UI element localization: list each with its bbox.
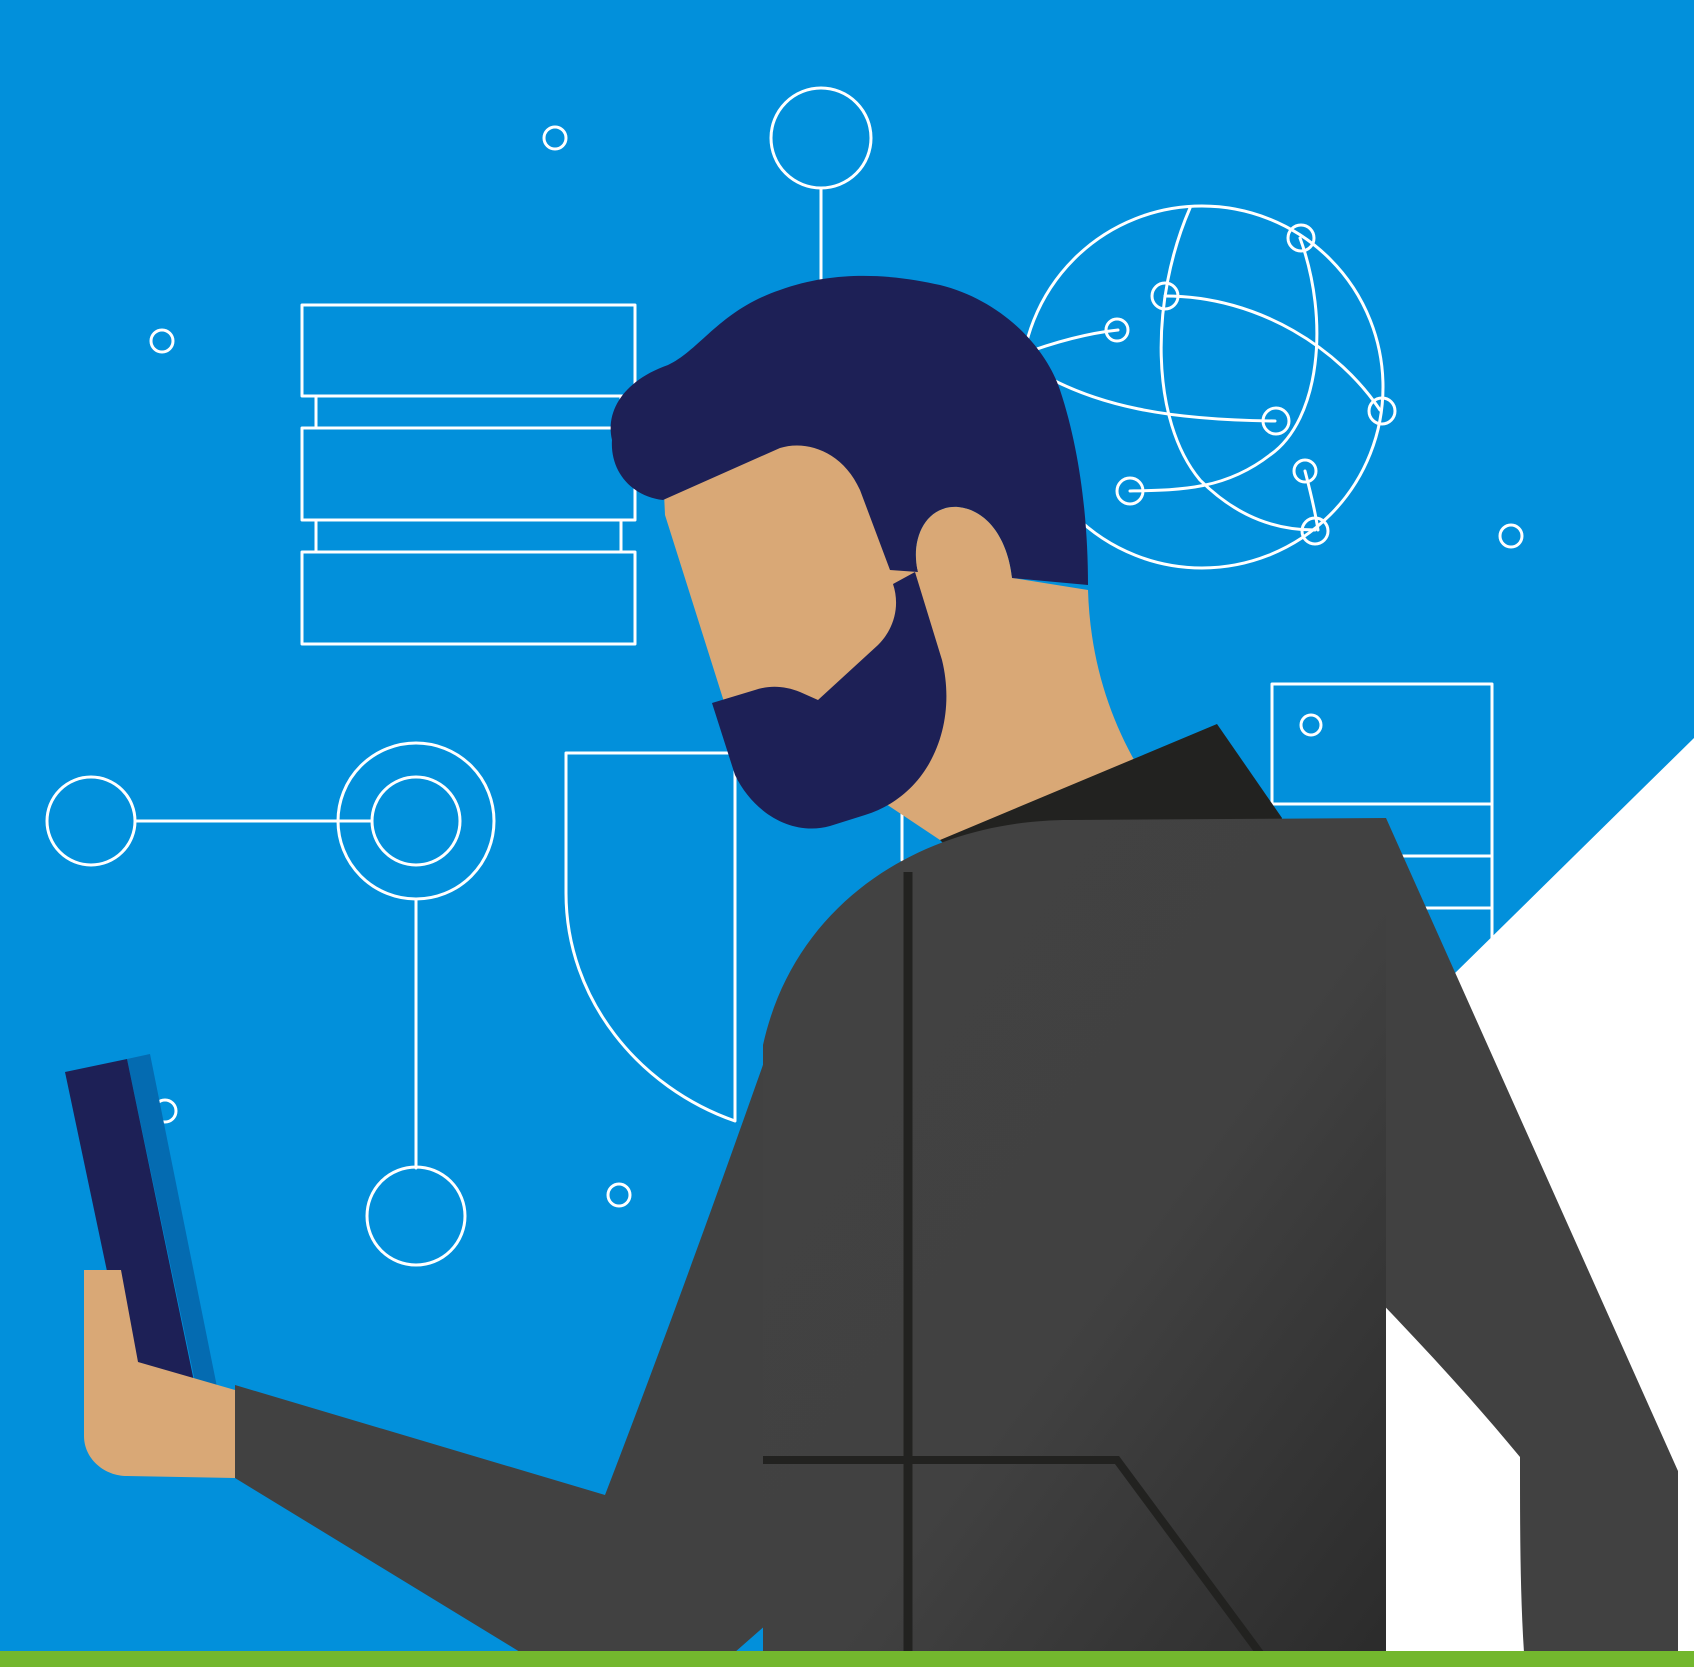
bottom-bar bbox=[0, 1651, 1694, 1667]
person-torso bbox=[763, 818, 1386, 1667]
illustration-svg bbox=[0, 0, 1694, 1667]
illustration-canvas bbox=[0, 0, 1694, 1667]
